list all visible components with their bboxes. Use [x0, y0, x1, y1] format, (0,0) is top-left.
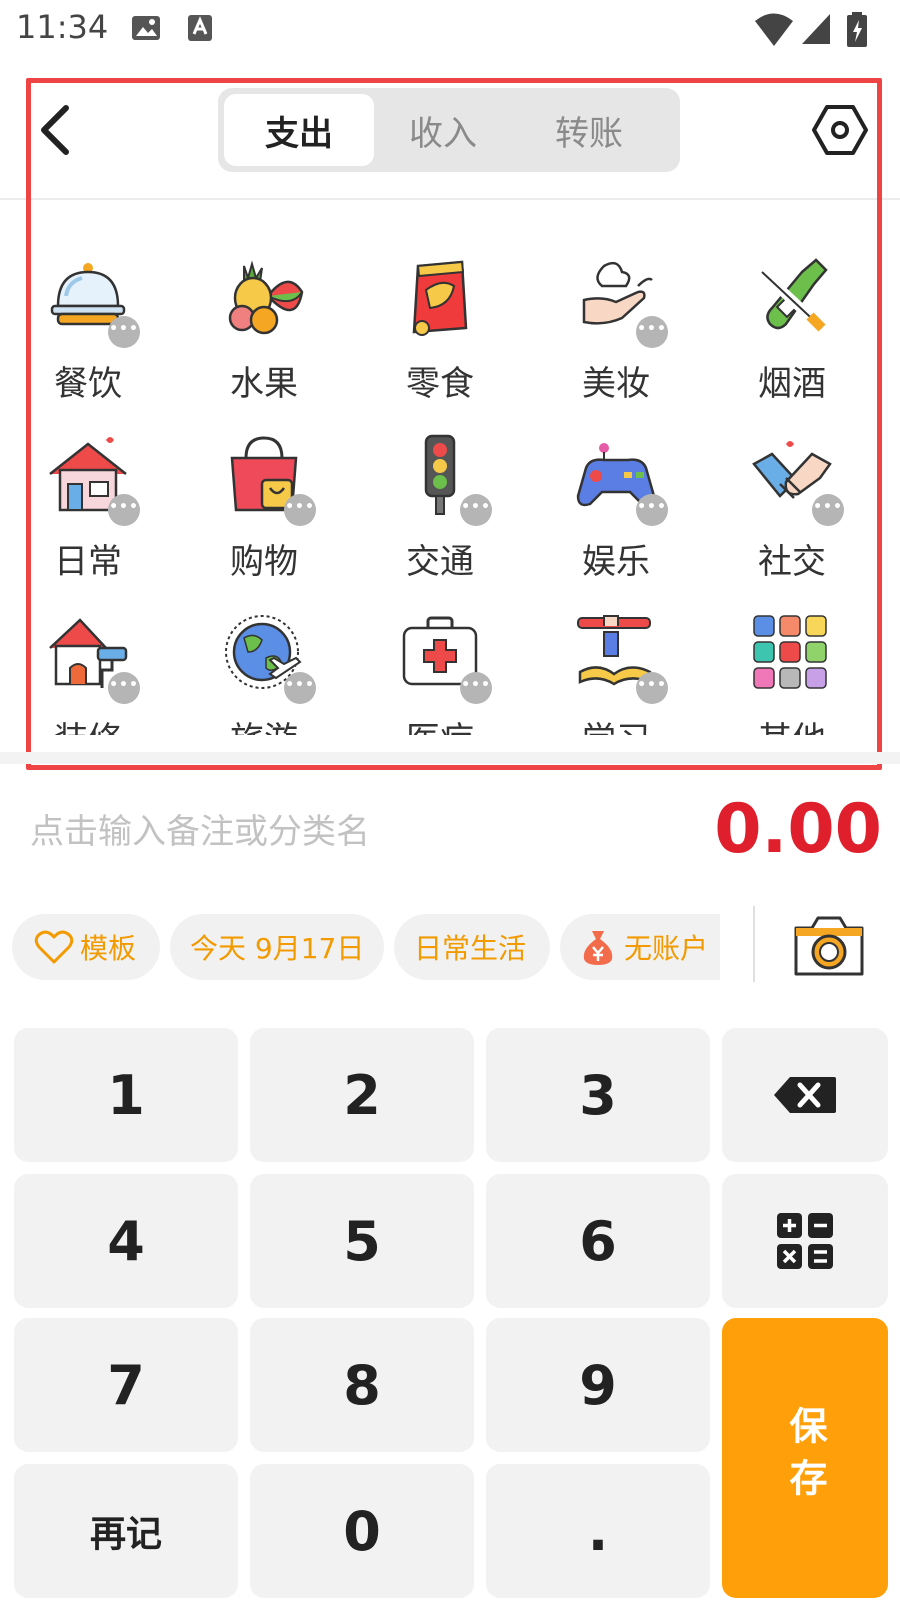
category-label: 娱乐: [582, 542, 650, 582]
amount-display: 0.00: [714, 790, 882, 869]
app-root: 11:34 支出 收入 转账 ••• 餐饮 水果 零食 ••• 美妆 烟酒 ••…: [0, 0, 900, 1600]
category-grid: ••• 餐饮 水果 零食 ••• 美妆 烟酒 ••• 日常 ••• 购物 •••…: [0, 200, 900, 735]
category-label: 日常: [54, 542, 122, 582]
camera-icon[interactable]: [792, 912, 866, 978]
tab-transfer[interactable]: 转账: [514, 94, 664, 166]
category-item-entertainment[interactable]: ••• 娱乐: [548, 434, 688, 604]
save-button-label: 保存: [783, 1406, 827, 1510]
category-label: 烟酒: [758, 364, 826, 404]
key-4[interactable]: 4: [14, 1174, 238, 1308]
calculator-key[interactable]: [722, 1174, 888, 1308]
category-label: 水果: [230, 364, 298, 404]
category-label: 旅游: [196, 712, 332, 735]
category-label: 购物: [230, 542, 298, 582]
backspace-key[interactable]: [722, 1028, 888, 1162]
account-chip[interactable]: 无账户: [560, 914, 720, 980]
category-label: 零食: [406, 364, 474, 404]
category-more-icon[interactable]: •••: [108, 316, 140, 348]
category-more-icon[interactable]: •••: [284, 672, 316, 704]
key-7[interactable]: 7: [14, 1318, 238, 1452]
tab-expense[interactable]: 支出: [224, 94, 374, 166]
category-item-daily[interactable]: ••• 日常: [20, 434, 160, 604]
category-item-social[interactable]: ••• 社交: [724, 434, 864, 604]
category-more-icon[interactable]: •••: [460, 494, 492, 526]
date-chip-label: 今天 9月17日: [190, 932, 365, 965]
category-item-travel[interactable]: ••• 旅游: [196, 612, 336, 735]
status-bar: 11:34: [0, 0, 900, 62]
category-item-fruit[interactable]: 水果: [196, 256, 336, 426]
category-more-icon[interactable]: •••: [108, 494, 140, 526]
snack-bag-icon: [412, 260, 468, 336]
color-grid-icon: [753, 615, 827, 689]
tab-income[interactable]: 收入: [368, 94, 518, 166]
key-0[interactable]: 0: [250, 1464, 474, 1598]
category-more-icon[interactable]: •••: [812, 494, 844, 526]
category-item-dining[interactable]: ••• 餐饮: [20, 256, 160, 426]
category-item-other[interactable]: 其他: [724, 612, 864, 735]
category-more-icon[interactable]: •••: [636, 316, 668, 348]
fruit-icon: [228, 260, 304, 335]
back-arrow-icon[interactable]: [34, 102, 78, 158]
category-label: 医疗: [372, 712, 508, 735]
key-2[interactable]: 2: [250, 1028, 474, 1162]
template-chip[interactable]: 模板: [12, 914, 160, 980]
category-label: 社交: [758, 542, 826, 582]
keyboard-notification-icon: [188, 15, 212, 41]
calculator-icon: [777, 1213, 833, 1269]
type-segmented-control: 支出 收入 转账: [218, 88, 680, 172]
account-chip-label: 无账户: [624, 932, 709, 965]
category-label: 餐饮: [54, 364, 122, 404]
category-item-snack[interactable]: 零食: [372, 256, 512, 426]
backspace-icon: [774, 1077, 836, 1113]
category-label: 美妆: [582, 364, 650, 404]
key-3[interactable]: 3: [486, 1028, 710, 1162]
key-1[interactable]: 1: [14, 1028, 238, 1162]
category-item-tobacco-wine[interactable]: 烟酒: [724, 256, 864, 426]
category-label: 装修: [20, 712, 156, 735]
section-divider: [0, 752, 900, 764]
money-bag-icon: [583, 931, 613, 965]
key-8[interactable]: 8: [250, 1318, 474, 1452]
date-chip[interactable]: 今天 9月17日: [170, 914, 384, 980]
ledger-chip[interactable]: 日常生活: [394, 914, 550, 980]
category-more-icon[interactable]: •••: [636, 494, 668, 526]
category-more-icon[interactable]: •••: [108, 672, 140, 704]
category-item-shopping[interactable]: ••• 购物: [196, 434, 336, 604]
category-more-icon[interactable]: •••: [284, 494, 316, 526]
category-more-icon[interactable]: •••: [636, 672, 668, 704]
note-input[interactable]: 点击输入备注或分类名: [30, 804, 370, 853]
template-chip-label: 模板: [80, 932, 137, 965]
settings-hexagon-icon[interactable]: [812, 104, 868, 156]
key-6[interactable]: 6: [486, 1174, 710, 1308]
cellular-signal-icon: [802, 14, 830, 44]
ledger-chip-label: 日常生活: [414, 932, 527, 965]
record-again-key[interactable]: 再记: [14, 1464, 238, 1598]
key-decimal[interactable]: .: [486, 1464, 710, 1598]
chip-divider: [753, 906, 755, 982]
category-item-traffic[interactable]: ••• 交通: [372, 434, 512, 604]
key-9[interactable]: 9: [486, 1318, 710, 1452]
gallery-notification-icon: [132, 16, 160, 40]
battery-charging-icon: [847, 12, 867, 47]
category-item-cosmetics[interactable]: ••• 美妆: [548, 256, 688, 426]
category-item-medical[interactable]: ••• 医疗: [372, 612, 512, 735]
category-label: 学习: [548, 712, 684, 735]
save-button[interactable]: 保存: [722, 1318, 888, 1598]
category-item-study[interactable]: ••• 学习: [548, 612, 688, 735]
status-time: 11:34: [16, 8, 109, 46]
category-label: 其他: [724, 712, 860, 735]
key-5[interactable]: 5: [250, 1174, 474, 1308]
category-item-renovation[interactable]: ••• 装修: [20, 612, 160, 735]
tobacco-wine-icon: [758, 258, 828, 332]
category-more-icon[interactable]: •••: [460, 672, 492, 704]
category-label: 交通: [406, 542, 474, 582]
heart-outline-icon: [34, 930, 74, 964]
wifi-icon: [755, 13, 793, 46]
